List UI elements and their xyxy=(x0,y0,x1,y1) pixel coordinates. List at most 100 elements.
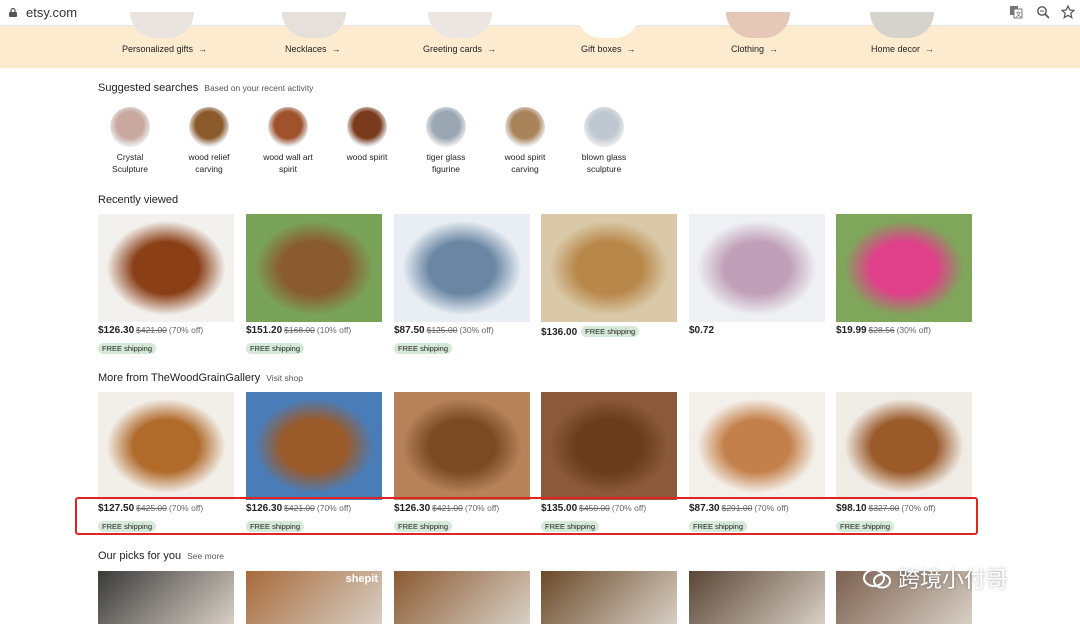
category-link[interactable]: Home decor → xyxy=(871,44,934,54)
category-image xyxy=(428,12,492,38)
arrow-right-icon: → xyxy=(925,44,935,54)
suggested-search-image xyxy=(584,107,624,147)
section-title: Recently viewed xyxy=(98,194,179,206)
suggested-search-image xyxy=(505,107,545,147)
product-card[interactable] xyxy=(541,571,677,624)
product-card[interactable]: $126.30 $421.00 (70% off) FREE shipping xyxy=(98,214,234,356)
product-image[interactable]: shepit xyxy=(246,571,382,624)
product-image[interactable] xyxy=(541,214,677,322)
price-row: $19.99 $28.56 (30% off) xyxy=(836,325,972,338)
product-image[interactable] xyxy=(394,392,530,500)
section-title: Our picks for you xyxy=(98,550,182,562)
translate-icon[interactable]: 文 xyxy=(1008,5,1024,21)
zoom-icon[interactable] xyxy=(1035,5,1051,21)
svg-text:文: 文 xyxy=(1016,11,1022,19)
wechat-icon xyxy=(863,569,891,589)
suggested-search-item[interactable]: wood relief carving xyxy=(179,107,239,175)
price-row: $87.50 $125.00 (30% off) xyxy=(394,325,530,338)
original-price: $421.00 xyxy=(136,325,167,335)
suggested-search-item[interactable]: wood wall art spirit xyxy=(258,107,318,175)
product-image[interactable] xyxy=(246,214,382,322)
product-price: $126.30 xyxy=(98,325,135,336)
product-image[interactable] xyxy=(836,214,972,322)
category-image xyxy=(282,12,346,38)
product-image[interactable] xyxy=(246,392,382,500)
price-row: $136.00 FREE shipping xyxy=(541,325,677,338)
product-image[interactable] xyxy=(394,571,530,624)
product-card[interactable]: shepit xyxy=(246,571,382,624)
category-link[interactable]: Greeting cards → xyxy=(423,44,496,54)
suggested-search-label: Crystal Sculpture xyxy=(112,152,148,174)
discount-text: (30% off) xyxy=(896,325,931,335)
category-label: Personalized gifts xyxy=(122,44,194,54)
suggested-search-item[interactable]: wood spirit xyxy=(337,107,397,163)
section-subtitle: Based on your recent activity xyxy=(204,83,314,93)
original-price: $168.00 xyxy=(284,325,315,335)
suggested-search-label: wood wall art spirit xyxy=(263,152,313,174)
suggested-search-label: wood spirit xyxy=(346,152,388,162)
product-card[interactable]: $136.00 FREE shipping xyxy=(541,214,677,338)
price-row: $0.72 xyxy=(689,325,825,338)
product-image[interactable] xyxy=(394,214,530,322)
product-image[interactable] xyxy=(98,571,234,624)
our-picks-heading: Our picks for you See more xyxy=(98,550,224,562)
product-card[interactable] xyxy=(394,571,530,624)
url-text[interactable]: etsy.com xyxy=(26,5,77,20)
product-card[interactable]: $19.99 $28.56 (30% off) xyxy=(836,214,972,338)
suggested-search-image xyxy=(426,107,466,147)
product-image[interactable] xyxy=(541,392,677,500)
product-card[interactable] xyxy=(98,571,234,624)
product-card[interactable]: $0.72 xyxy=(689,214,825,338)
watermark: 跨境小付哥 xyxy=(862,562,1008,594)
section-title: Suggested searches xyxy=(98,82,199,94)
free-shipping-badge: FREE shipping xyxy=(98,343,157,354)
highlight-box xyxy=(75,497,978,535)
price-row: $151.20 $168.00 (10% off) xyxy=(246,325,382,338)
product-image[interactable] xyxy=(689,392,825,500)
category-link[interactable]: Gift boxes → xyxy=(581,44,636,54)
product-price: $136.00 xyxy=(541,327,578,338)
category-label: Greeting cards xyxy=(423,44,483,54)
price-row: $126.30 $421.00 (70% off) xyxy=(98,325,234,338)
suggested-search-item[interactable]: blown glass sculpture xyxy=(574,107,634,175)
see-more-link[interactable]: See more xyxy=(187,551,224,561)
suggested-search-label: wood relief carving xyxy=(188,152,230,174)
category-link[interactable]: Personalized gifts → xyxy=(122,44,207,54)
arrow-right-icon: → xyxy=(331,44,341,54)
product-price: $19.99 xyxy=(836,325,867,336)
product-image[interactable] xyxy=(541,571,677,624)
suggested-search-label: blown glass sculpture xyxy=(581,152,627,174)
suggested-search-label: tiger glass figurine xyxy=(426,152,466,174)
suggested-search-item[interactable]: tiger glass figurine xyxy=(416,107,476,175)
suggested-search-item[interactable]: Crystal Sculpture xyxy=(100,107,160,175)
product-card[interactable] xyxy=(689,571,825,624)
suggested-search-item[interactable]: wood spirit carving xyxy=(495,107,555,175)
category-link[interactable]: Necklaces → xyxy=(285,44,341,54)
discount-text: (30% off) xyxy=(459,325,494,335)
original-price: $28.56 xyxy=(868,325,895,335)
star-icon[interactable] xyxy=(1060,4,1076,21)
product-image[interactable] xyxy=(836,392,972,500)
product-image[interactable] xyxy=(98,214,234,322)
category-label: Clothing xyxy=(731,44,765,54)
product-price: $87.50 xyxy=(394,325,425,336)
original-price: $125.00 xyxy=(426,325,458,335)
free-shipping-badge: FREE shipping xyxy=(246,343,305,354)
product-card[interactable]: $151.20 $168.00 (10% off) FREE shipping xyxy=(246,214,382,356)
free-shipping-badge: FREE shipping xyxy=(581,326,640,337)
suggested-search-image xyxy=(110,107,150,147)
arrow-right-icon: → xyxy=(769,44,779,54)
visit-shop-link[interactable]: Visit shop xyxy=(266,373,303,383)
more-from-shop-heading: More from TheWoodGrainGallery Visit shop xyxy=(98,372,303,384)
product-card[interactable]: $87.50 $125.00 (30% off) FREE shipping xyxy=(394,214,530,356)
category-band: Personalized gifts → Necklaces → Greeting … xyxy=(0,12,1080,68)
product-image[interactable] xyxy=(98,392,234,500)
product-price: $0.72 xyxy=(689,325,715,336)
suggested-search-image xyxy=(189,107,229,147)
suggested-search-image xyxy=(268,107,308,147)
category-image xyxy=(130,12,194,38)
category-link[interactable]: Clothing → xyxy=(731,44,778,54)
product-image[interactable] xyxy=(689,214,825,322)
category-label: Gift boxes xyxy=(581,44,622,54)
product-image[interactable] xyxy=(689,571,825,624)
